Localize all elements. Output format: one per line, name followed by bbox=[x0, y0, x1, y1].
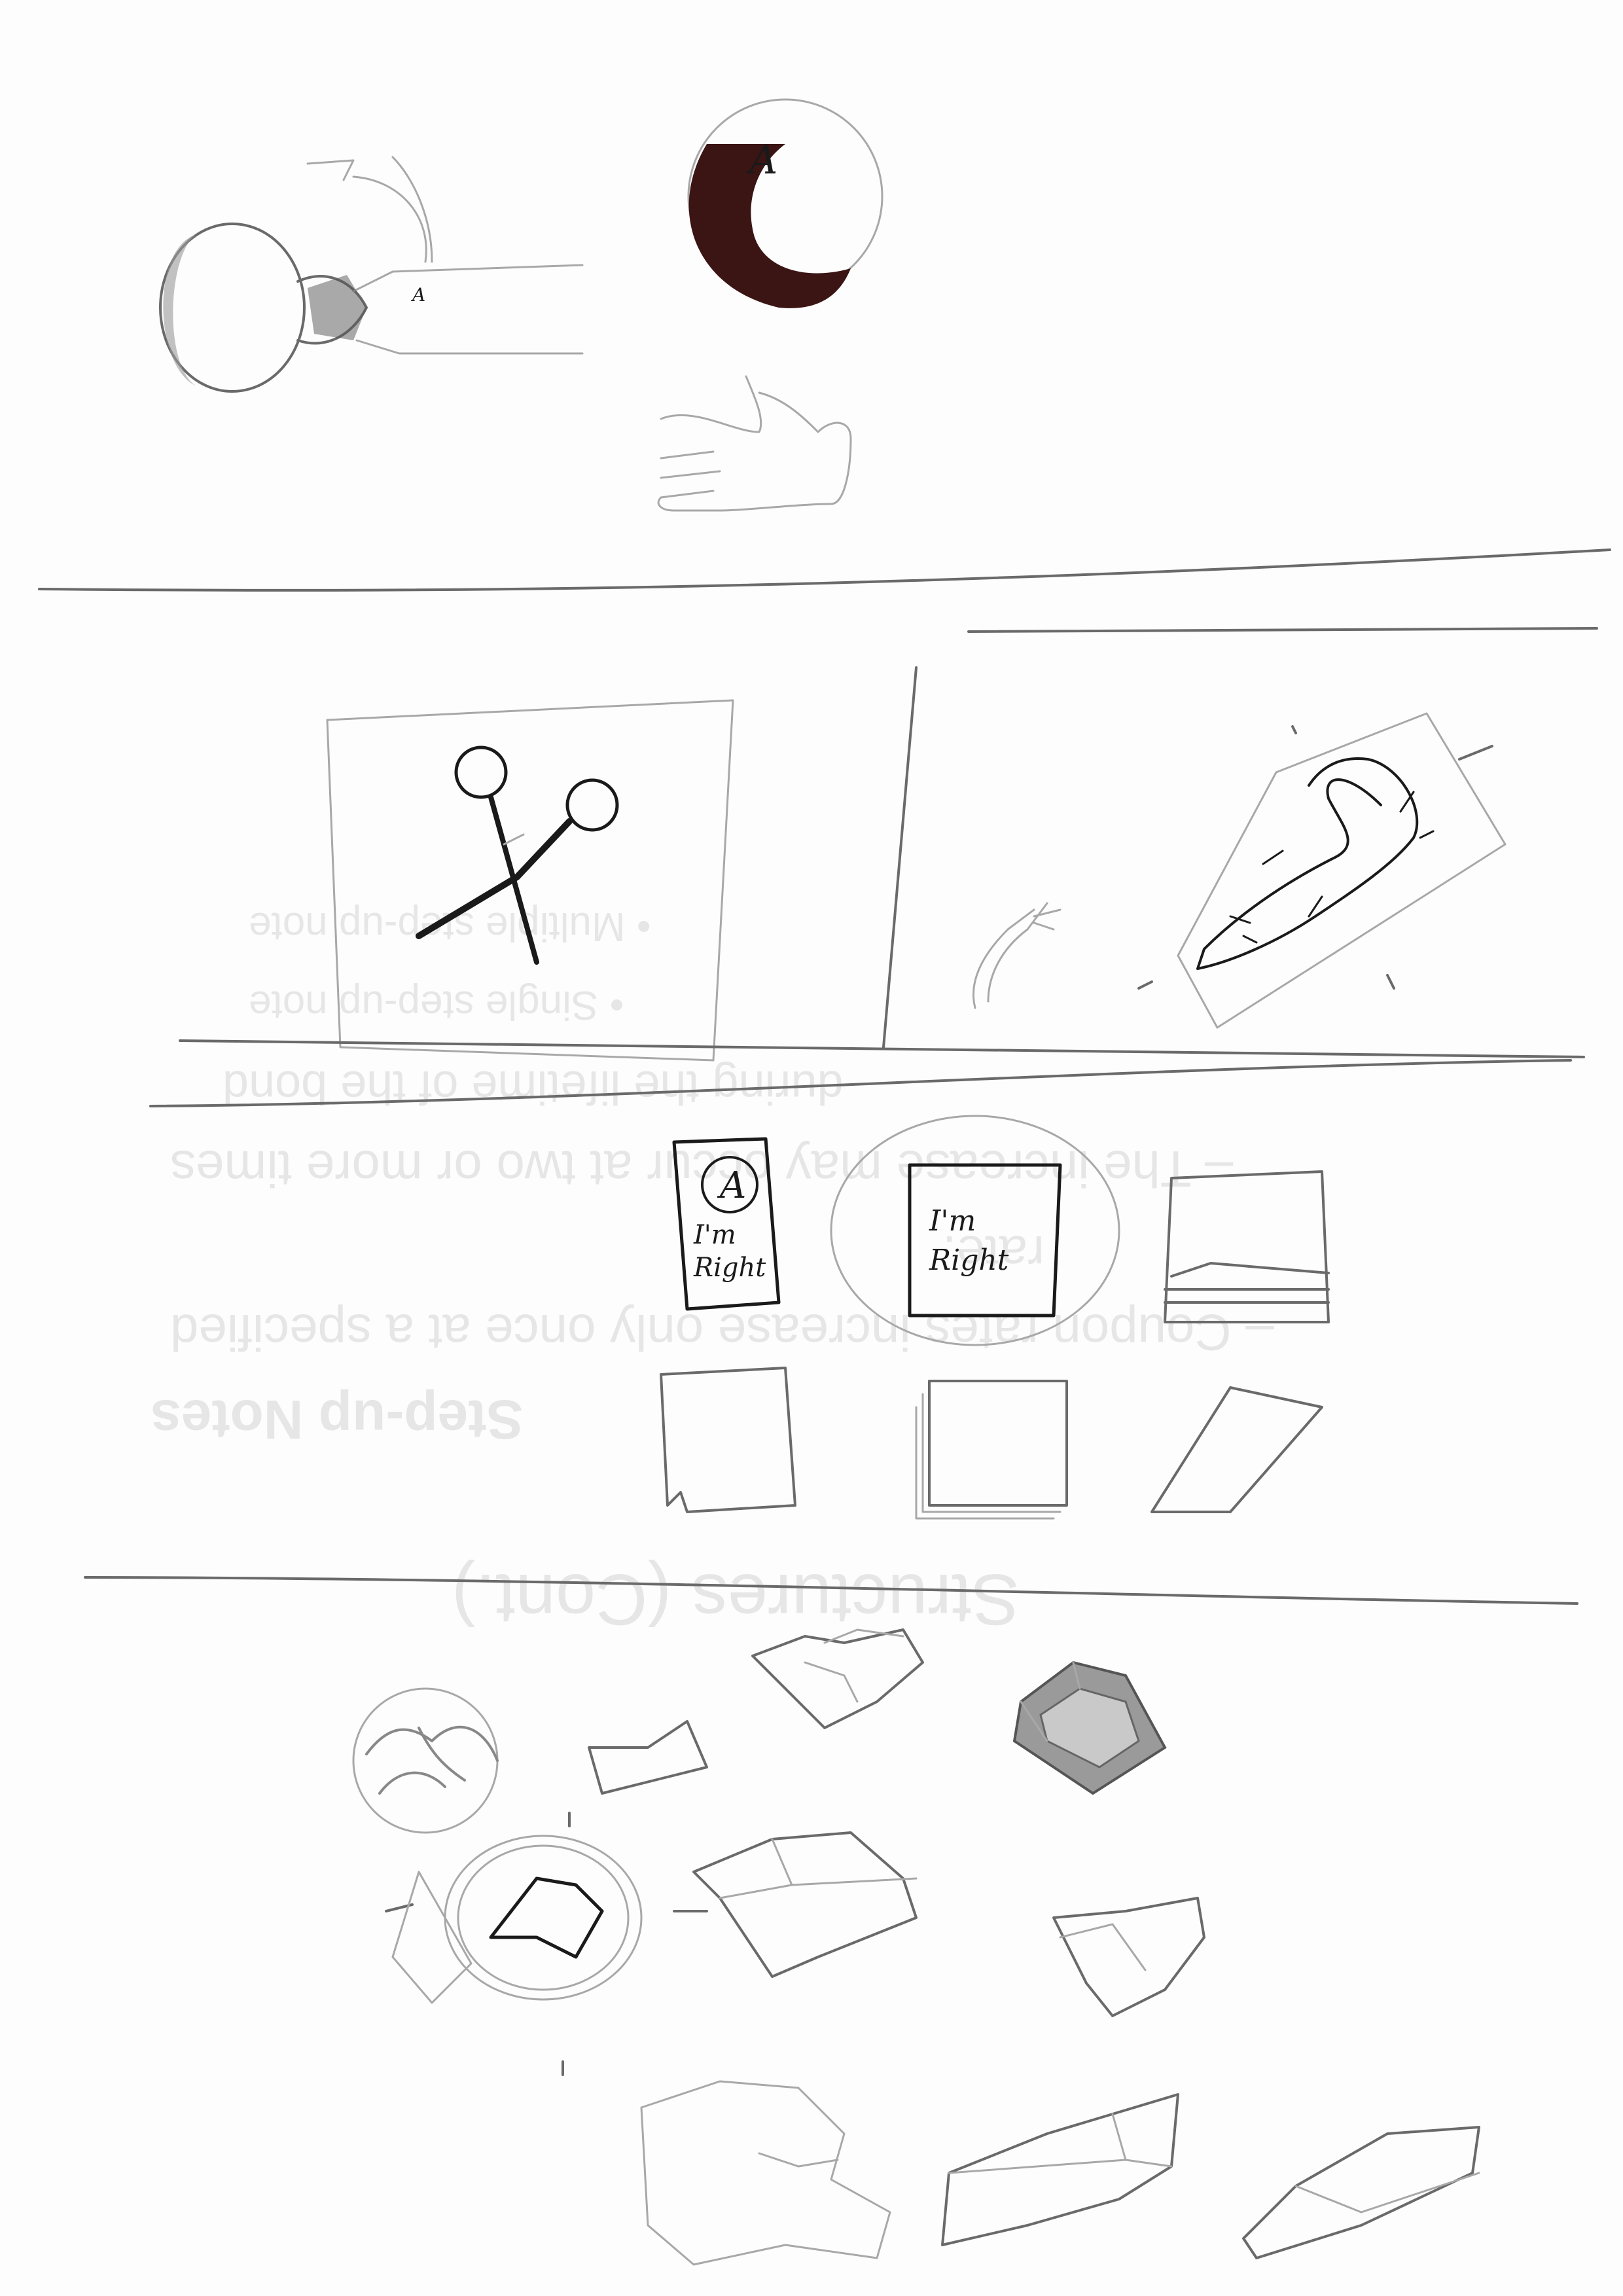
sketch-sheet: Structures (Cont.) Step-up Notes – Coupo… bbox=[0, 0, 1623, 2296]
hand-sketch bbox=[657, 375, 852, 512]
creature-sketch bbox=[1177, 712, 1507, 1029]
card-small: A I'm Right bbox=[672, 1137, 781, 1311]
paper-stack bbox=[1164, 1170, 1330, 1323]
ball-letter: A bbox=[746, 137, 777, 183]
card-small-text-1: I'm bbox=[693, 1220, 736, 1250]
cup-mark: A bbox=[410, 284, 425, 306]
scissors-sketch bbox=[416, 745, 619, 965]
cup-sketch: A bbox=[159, 156, 584, 393]
card-large-text-2: Right bbox=[929, 1244, 1009, 1277]
rock-sketches bbox=[352, 1628, 1480, 2266]
gem-sketch bbox=[1012, 1660, 1167, 1795]
ball-sketch: A bbox=[687, 98, 883, 308]
card-small-text-2: Right bbox=[693, 1253, 766, 1283]
panel-2 bbox=[326, 699, 734, 1062]
panel-4: A I'm Right I'm Right bbox=[660, 1115, 1330, 1520]
small-hand-sketch bbox=[972, 902, 1061, 1009]
separator-1 bbox=[38, 548, 1611, 592]
panel-3 bbox=[882, 666, 1507, 1049]
papers-row bbox=[660, 1367, 1323, 1520]
panel-5 bbox=[352, 1628, 1480, 2266]
separator-3 bbox=[84, 1576, 1578, 1605]
card-large: I'm Right bbox=[830, 1115, 1120, 1346]
card-large-text-1: I'm bbox=[929, 1204, 976, 1238]
panel-1: A A bbox=[159, 98, 883, 512]
panel-2-frame bbox=[326, 699, 734, 1062]
card-small-mark: A bbox=[717, 1164, 746, 1207]
sketch-drawing: A A A I'm Right I'm Right bbox=[38, 98, 1611, 2266]
